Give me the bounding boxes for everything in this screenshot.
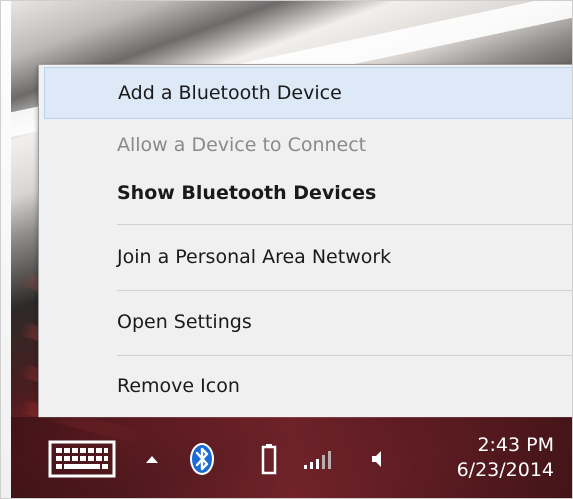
network-signal-icon[interactable] <box>302 449 338 471</box>
taskbar-clock[interactable]: 2:43 PM 6/23/2014 <box>424 433 554 483</box>
menu-separator <box>117 224 572 225</box>
menu-item-remove-icon[interactable]: Remove Icon <box>39 360 572 412</box>
clock-time: 2:43 PM <box>477 434 554 456</box>
menu-item-label: Remove Icon <box>117 375 240 397</box>
menu-item-allow-device-to-connect[interactable]: Allow a Device to Connect <box>39 119 572 171</box>
menu-separator <box>117 290 572 291</box>
screenshot-frame: Add a Bluetooth Device Allow a Device to… <box>0 0 573 499</box>
volume-icon[interactable] <box>369 447 387 471</box>
menu-separator <box>117 355 572 356</box>
menu-item-show-bluetooth-devices[interactable]: Show Bluetooth Devices <box>39 167 572 219</box>
menu-item-join-personal-area-network[interactable]: Join a Personal Area Network <box>39 231 572 283</box>
menu-item-label: Join a Personal Area Network <box>117 246 392 268</box>
battery-icon[interactable] <box>260 441 278 477</box>
menu-item-label: Allow a Device to Connect <box>117 134 367 156</box>
bluetooth-context-menu: Add a Bluetooth Device Allow a Device to… <box>38 64 572 418</box>
show-hidden-icons-arrow-icon[interactable] <box>144 453 160 467</box>
clock-date: 6/23/2014 <box>456 459 554 481</box>
bluetooth-icon[interactable] <box>187 441 217 477</box>
menu-item-label: Open Settings <box>117 311 252 333</box>
menu-item-add-bluetooth-device[interactable]: Add a Bluetooth Device <box>44 67 572 119</box>
menu-item-label: Add a Bluetooth Device <box>118 82 342 104</box>
menu-item-open-settings[interactable]: Open Settings <box>39 296 572 348</box>
keyboard-icon[interactable] <box>47 437 117 481</box>
menu-item-label: Show Bluetooth Devices <box>117 182 377 204</box>
